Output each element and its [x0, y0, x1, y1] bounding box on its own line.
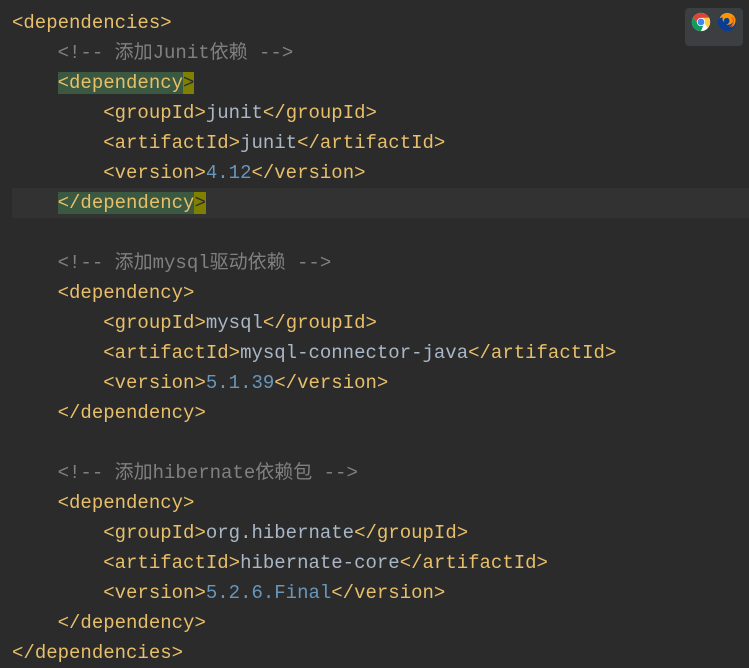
tag-artifactId: artifactId — [115, 552, 229, 574]
val-groupId: mysql — [206, 312, 263, 334]
val-version: 5.2.6.Final — [206, 582, 331, 604]
tag-version: version — [115, 372, 195, 394]
bracket: < — [12, 12, 23, 34]
tag-dependencies: dependencies — [23, 12, 160, 34]
tag-version: version — [115, 162, 195, 184]
val-artifactId: junit — [240, 132, 297, 154]
current-line-highlight: </dependency> — [12, 188, 749, 218]
tag-dependency-close: dependency — [80, 612, 194, 634]
highlight-cursor: > — [183, 72, 194, 94]
comment: <!-- 添加mysql驱动依赖 --> — [58, 252, 332, 274]
comment: <!-- 添加Junit依赖 --> — [58, 42, 294, 64]
val-version: 4.12 — [206, 162, 252, 184]
highlight-match-close: </dependency — [58, 192, 195, 214]
firefox-icon[interactable] — [717, 12, 737, 42]
tag-groupId: groupId — [115, 102, 195, 124]
highlight-cursor: > — [194, 192, 205, 214]
tag-dependency-close: dependency — [80, 402, 194, 424]
highlight-match-open: <dependency — [58, 72, 183, 94]
val-artifactId: hibernate-core — [240, 552, 400, 574]
tag-groupId: groupId — [115, 522, 195, 544]
tag-artifactId: artifactId — [115, 342, 229, 364]
bracket: > — [160, 12, 171, 34]
chrome-icon[interactable] — [691, 12, 711, 42]
val-groupId: junit — [206, 102, 263, 124]
val-version: 5.1.39 — [206, 372, 274, 394]
tag-dependency: dependency — [69, 282, 183, 304]
tag-artifactId: artifactId — [115, 132, 229, 154]
tag-version: version — [115, 582, 195, 604]
val-groupId: org.hibernate — [206, 522, 354, 544]
comment: <!-- 添加hibernate依赖包 --> — [58, 462, 358, 484]
val-artifactId: mysql-connector-java — [240, 342, 468, 364]
code-editor[interactable]: <dependencies> <!-- 添加Junit依赖 --> <depen… — [0, 0, 749, 668]
browser-icon-bar — [685, 8, 743, 46]
tag-dependency: dependency — [69, 492, 183, 514]
tag-groupId: groupId — [115, 312, 195, 334]
tag-dependencies-close: dependencies — [35, 642, 172, 664]
